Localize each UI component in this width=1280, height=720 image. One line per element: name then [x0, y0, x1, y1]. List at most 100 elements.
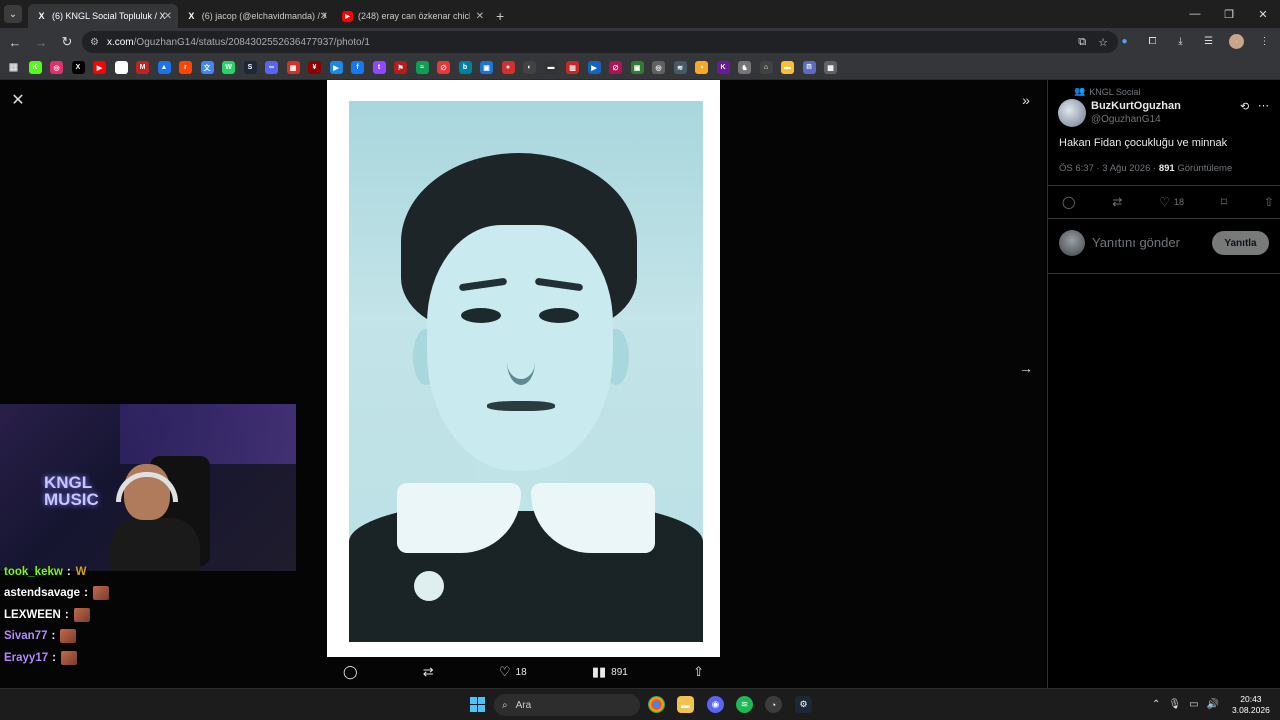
chat-username[interactable]: Erayy17	[4, 652, 48, 664]
collapse-panel-icon[interactable]: »	[1016, 90, 1036, 110]
reply-button[interactable]: ◯	[1062, 195, 1075, 209]
bookmark-generic-icon[interactable]: ▦	[824, 61, 837, 74]
like-button[interactable]: ♡ 18	[1159, 195, 1184, 209]
bookmark-generic-icon[interactable]: ᗰ	[802, 61, 816, 74]
avatar[interactable]	[1058, 99, 1086, 127]
link-icon[interactable]: ∞	[265, 61, 278, 74]
back-button[interactable]: ←	[4, 31, 26, 53]
bookmark-generic-icon[interactable]: ▣	[480, 61, 493, 74]
next-photo-icon[interactable]: →	[1016, 358, 1036, 378]
tab-jacop[interactable]: X (6) jacop (@elchavidmanda) / X ✕	[178, 4, 334, 28]
extension-icon[interactable]: ●	[1117, 34, 1132, 49]
download-icon[interactable]: ⤓	[1173, 34, 1188, 49]
bookmark-generic-icon[interactable]: ◎	[652, 61, 665, 74]
bookmark-generic-icon[interactable]: ▬	[544, 61, 558, 74]
file-explorer-icon[interactable]: ▬	[677, 696, 694, 713]
bookmark-generic-icon[interactable]: ◑	[695, 61, 708, 74]
tab-close-icon[interactable]: ✕	[476, 11, 484, 22]
tweet-photo[interactable]	[349, 101, 703, 642]
drive-icon[interactable]: ▲	[157, 61, 171, 74]
views-button[interactable]: ▮▮ 891	[592, 664, 628, 680]
instagram-icon[interactable]: ◎	[50, 61, 63, 74]
tab-close-icon[interactable]: ✕	[320, 11, 328, 22]
gmail-icon[interactable]: M	[136, 61, 149, 74]
bookmark-generic-icon[interactable]: ◐	[523, 61, 536, 74]
bookmark-generic-icon[interactable]: K	[716, 61, 730, 74]
profile-avatar-icon[interactable]: ·	[1229, 34, 1244, 49]
share-button[interactable]: ⇧	[693, 664, 704, 680]
bookmark-generic-icon[interactable]: ▥	[566, 61, 579, 74]
restore-icon[interactable]: ❐	[1212, 0, 1246, 28]
grok-icon[interactable]: ⟲	[1240, 100, 1249, 113]
steam-icon[interactable]: ⚙	[795, 696, 812, 713]
youtube-icon[interactable]: ▶	[93, 61, 106, 74]
bookmark-generic-icon[interactable]: ∅	[437, 61, 450, 74]
bookmark-star-icon[interactable]: ☆	[1098, 36, 1108, 49]
bookmark-generic-icon[interactable]: ≋	[673, 61, 687, 74]
more-options-icon[interactable]: ⋯	[1258, 99, 1269, 112]
reply-submit-button[interactable]: Yanıtla	[1212, 231, 1269, 255]
kick-icon[interactable]: K	[28, 61, 42, 74]
like-button[interactable]: ♡ 18	[499, 664, 527, 680]
twitch-icon[interactable]: t	[372, 61, 386, 74]
chat-username[interactable]: LEXWEEN	[4, 609, 61, 621]
tweet-time[interactable]: ÖS 6:37 · 3 Ağu 2026 ·	[1059, 163, 1156, 174]
chat-username[interactable]: took_kekw	[4, 566, 63, 578]
reply-input[interactable]: Yanıtını gönder	[1092, 235, 1180, 250]
steam-icon[interactable]: S	[243, 61, 257, 74]
windows-start-icon[interactable]	[470, 697, 485, 712]
media-icon[interactable]: ☰	[1201, 34, 1216, 49]
bookmark-generic-icon[interactable]: ●	[501, 61, 515, 74]
translate-icon[interactable]: 文	[200, 61, 214, 74]
close-window-icon[interactable]: ✕	[1246, 0, 1280, 28]
tab-youtube[interactable]: ▶ (248) eray can özkenar chickou ✕	[334, 4, 490, 28]
chat-username[interactable]: Sivan77	[4, 630, 47, 642]
whatsapp-icon[interactable]: W	[222, 61, 235, 74]
chat-username[interactable]: astendsavage	[4, 587, 80, 599]
facebook-icon[interactable]: f	[351, 61, 364, 74]
google-icon[interactable]: G	[114, 61, 128, 74]
volume-icon[interactable]: 🔊	[1207, 699, 1219, 710]
site-info-icon[interactable]: ⚙	[90, 37, 99, 48]
puzzle-icon[interactable]: ⧠	[1145, 34, 1160, 49]
bookmark-generic-icon[interactable]: ≈	[415, 61, 429, 74]
bookmark-generic-icon[interactable]: ▬	[781, 61, 794, 74]
address-bar[interactable]: ⚙ x.com/OguzhanG14/status/20843025526364…	[82, 31, 1118, 53]
reload-button[interactable]: ↻	[56, 31, 78, 53]
bookmark-generic-icon[interactable]: ⌂	[759, 61, 773, 74]
tab-search-icon[interactable]: ⌄	[4, 5, 22, 23]
app-icon[interactable]: ◔	[765, 696, 782, 713]
bookmark-button[interactable]: ⌑	[1221, 195, 1227, 209]
share-button[interactable]: ⇧	[1264, 195, 1274, 209]
author-name[interactable]: BuzKurtOguzhan	[1091, 100, 1181, 112]
bookmark-generic-icon[interactable]: ∅	[609, 61, 622, 74]
taskbar-search[interactable]: ⌕ Ara	[494, 694, 640, 716]
close-icon[interactable]: ✕	[8, 90, 28, 110]
retweet-button[interactable]: ⇄	[423, 664, 434, 680]
tab-kngl-social[interactable]: X (6) KNGL Social Topluluk / X ✕	[28, 4, 178, 28]
forward-button[interactable]: →	[30, 31, 52, 53]
play-icon[interactable]: ▶	[329, 61, 343, 74]
author-handle[interactable]: @OguzhanG14	[1091, 114, 1161, 125]
clock[interactable]: 20:43 3.08.2026	[1232, 694, 1270, 716]
tab-close-icon[interactable]: ✕	[164, 11, 172, 22]
bookmark-generic-icon[interactable]: ¥	[308, 61, 321, 74]
reply-button[interactable]: ◯	[343, 664, 358, 680]
install-app-icon[interactable]: ⧉	[1078, 36, 1086, 49]
x-icon[interactable]: X	[71, 61, 85, 74]
bing-icon[interactable]: b	[458, 61, 472, 74]
bookmark-generic-icon[interactable]: ♞	[738, 61, 751, 74]
bookmark-generic-icon[interactable]: ▣	[630, 61, 644, 74]
bookmark-generic-icon[interactable]: ▶	[587, 61, 601, 74]
minimize-icon[interactable]: —	[1178, 0, 1212, 28]
discord-icon[interactable]: ◉	[707, 696, 724, 713]
spotify-icon[interactable]: ≋	[736, 696, 753, 713]
community-label[interactable]: 👥 KNGL Social	[1074, 86, 1140, 97]
browser-menu-icon[interactable]: ⋮	[1257, 34, 1272, 49]
microphone-icon[interactable]: 🎙	[1168, 699, 1181, 710]
bookmark-generic-icon[interactable]: ⚑	[394, 61, 407, 74]
apps-grid-icon[interactable]: ▦	[7, 61, 20, 74]
new-tab-button[interactable]: +	[496, 8, 504, 24]
chrome-icon[interactable]	[648, 696, 665, 713]
reddit-icon[interactable]: r	[179, 61, 192, 74]
